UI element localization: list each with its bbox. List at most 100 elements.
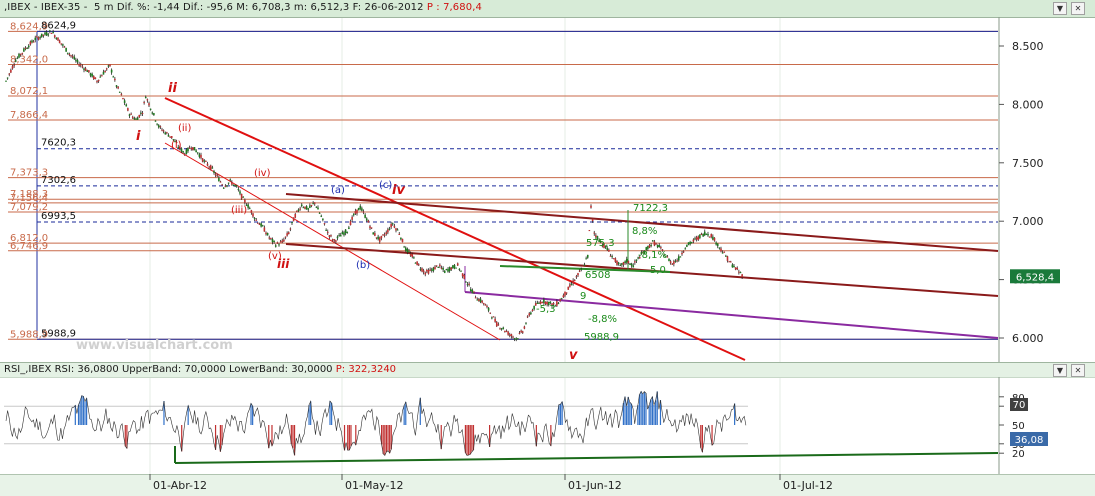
candle-body <box>471 290 474 294</box>
x-tick-label: 01-Jun-12 <box>568 479 622 492</box>
candle-body <box>712 236 714 240</box>
candle-body <box>564 291 566 296</box>
candle-body <box>118 91 121 93</box>
candle-body <box>149 108 152 110</box>
candle-body <box>92 75 95 80</box>
candle-body <box>611 256 613 258</box>
blue-levels: 7620,3 7302,6 6993,5 8624,9 5988,9 <box>37 20 998 340</box>
candle-body <box>508 334 511 336</box>
candle-body <box>284 236 287 238</box>
candle-body <box>401 238 404 243</box>
candle-body <box>500 328 503 330</box>
candle-body <box>590 205 592 208</box>
wave-label: (a) <box>331 185 345 196</box>
candle-body <box>127 108 129 111</box>
price-chart[interactable]: 8,624,98,342,08,072,17,866,47,373,37,188… <box>0 0 1095 495</box>
candle-body <box>362 211 365 213</box>
candle-body <box>117 86 119 89</box>
candle-body <box>517 338 519 340</box>
candle-body <box>414 262 417 264</box>
candle-body <box>50 32 53 34</box>
candle-body <box>346 231 349 233</box>
candle-body <box>427 270 430 274</box>
candle-body <box>58 40 61 44</box>
candle-body <box>66 52 69 54</box>
candle-body <box>32 41 35 43</box>
candle-body <box>36 36 38 38</box>
candle-body <box>109 64 111 67</box>
candle-body <box>378 237 381 242</box>
candle-body <box>325 229 327 231</box>
candle-body <box>671 263 674 265</box>
candle-body <box>240 193 243 199</box>
candle-body <box>190 148 193 150</box>
candle-body <box>216 175 219 177</box>
candle-body <box>452 265 454 269</box>
candle-body <box>104 70 106 73</box>
candle-body <box>261 225 264 227</box>
candle-body <box>10 69 12 73</box>
candle-body <box>465 281 467 283</box>
candle-body <box>336 236 339 239</box>
candle-body <box>266 232 269 236</box>
candle-body <box>115 85 118 87</box>
candle-body <box>247 204 249 208</box>
candle-body <box>114 78 116 81</box>
candle-body <box>19 53 22 55</box>
candle-body <box>632 265 635 268</box>
chart-window: ,IBEX - IBEX-35 - 5 m Dif. %: -1,44 Dif.… <box>0 0 1095 496</box>
candle-body <box>286 233 288 236</box>
candle-body <box>292 217 295 222</box>
candle-body <box>239 191 241 194</box>
candle-body <box>23 48 25 52</box>
last-price-value: 6,528,4 <box>1016 272 1054 283</box>
candle-body <box>263 227 266 232</box>
candle-body <box>8 73 11 75</box>
candle-body <box>429 269 431 271</box>
candle-body <box>582 265 584 267</box>
candle-body <box>630 263 633 266</box>
candle-body <box>123 100 126 103</box>
candle-body <box>24 47 27 49</box>
wave-label: i <box>136 129 141 144</box>
candle-body <box>73 56 76 60</box>
candle-body <box>741 274 743 278</box>
candle-body <box>99 76 102 78</box>
candle-body <box>105 68 108 70</box>
candle-body <box>276 242 279 244</box>
y-tick-label: 7.500 <box>1012 157 1044 170</box>
candle-body <box>97 79 100 82</box>
candle-body <box>341 232 344 235</box>
candle-body <box>725 255 727 257</box>
candle-body <box>206 163 209 166</box>
candle-body <box>268 237 271 239</box>
candle-body <box>320 215 323 217</box>
candle-body <box>710 234 713 237</box>
candle-body <box>502 327 505 330</box>
candle-body <box>614 258 617 262</box>
candle-body <box>143 102 145 104</box>
candle-body <box>723 251 726 253</box>
candle-body <box>468 283 470 285</box>
candle-body <box>122 98 124 100</box>
blue-level-label: 8624,9 <box>41 20 76 31</box>
candle-body <box>182 151 184 153</box>
candle-body <box>627 260 630 264</box>
candle-body <box>200 154 202 158</box>
candle-body <box>83 68 85 70</box>
candle-body <box>27 45 30 48</box>
wave-label: iii <box>277 257 290 271</box>
candle-body <box>235 185 238 187</box>
candle-body <box>487 307 490 311</box>
candle-body <box>739 272 742 274</box>
candle-body <box>257 222 259 224</box>
candle-body <box>304 206 306 209</box>
candle-body <box>315 206 318 208</box>
candle-body <box>328 235 331 237</box>
candle-body <box>131 116 134 119</box>
candle-body <box>185 149 188 155</box>
candle-body <box>726 256 729 261</box>
candle-body <box>151 112 154 114</box>
candle-body <box>521 331 524 333</box>
candle-body <box>305 206 308 210</box>
